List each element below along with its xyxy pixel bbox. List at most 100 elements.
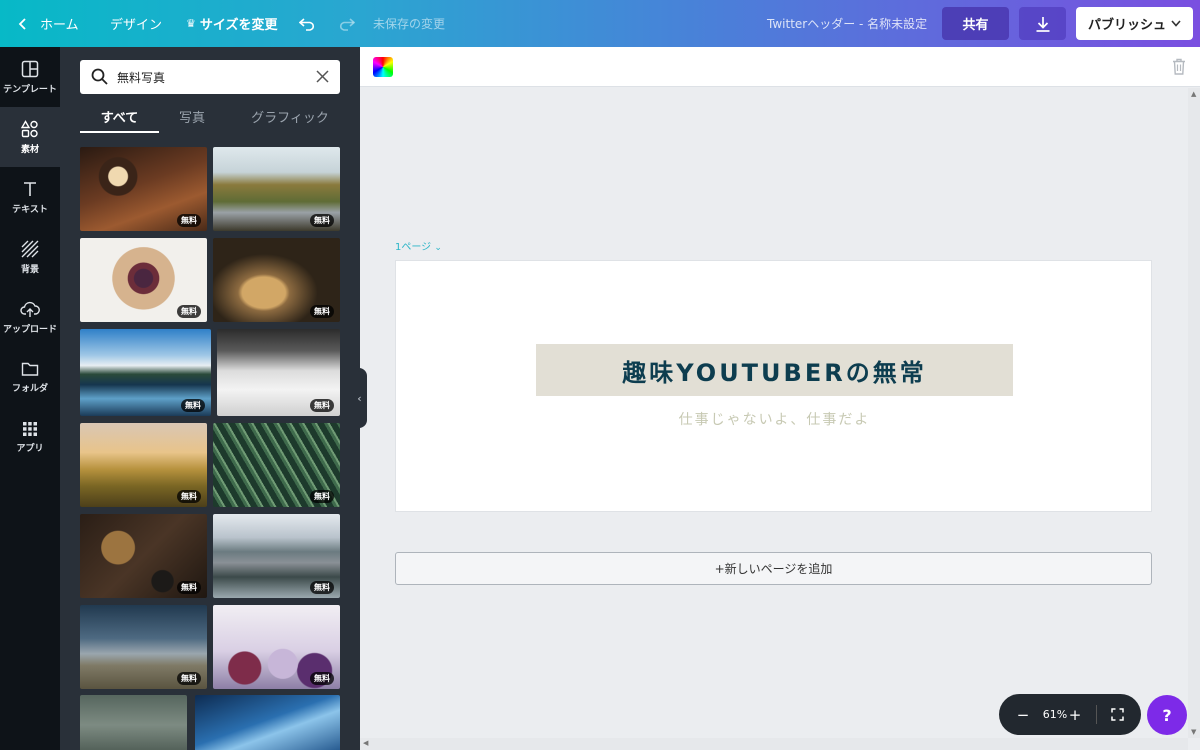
rail-item-uploads[interactable]: アップロード [0, 287, 60, 347]
zoom-in-button[interactable]: + [1065, 694, 1085, 735]
add-page-label: +新しいページを追加 [714, 562, 833, 576]
photo-thumb-notebook[interactable]: 無料 [80, 514, 207, 598]
title-text: 趣味YOUTUBERの無常 [622, 358, 927, 387]
photo-thumb-fern[interactable]: 無料 [213, 423, 340, 507]
photo-thumb-bread[interactable]: 無料 [213, 238, 340, 322]
close-icon[interactable] [316, 70, 329, 83]
free-badge: 無料 [310, 305, 334, 318]
photo-thumb-valley-road[interactable]: 無料 [213, 514, 340, 598]
upload-icon [20, 301, 40, 317]
add-page-button[interactable]: +新しいページを追加 [395, 552, 1152, 585]
rail-label: 背景 [20, 264, 39, 275]
left-rail: テンプレート 素材 テキスト 背景 アップロード フォルダ アプリ [0, 47, 60, 750]
design-page[interactable]: 趣味YOUTUBERの無常 仕事じゃないよ、仕事だよ [395, 260, 1152, 512]
text-icon [24, 181, 36, 196]
minus-icon: − [1016, 705, 1030, 724]
chevron-left-icon [18, 17, 26, 30]
zoom-out-button[interactable]: − [1013, 694, 1033, 735]
apps-icon [23, 421, 37, 436]
fullscreen-button[interactable] [1106, 694, 1128, 735]
photo-thumb-mountain-lake[interactable]: 無料 [80, 329, 211, 416]
publish-label: パブリッシュ [1088, 18, 1167, 33]
home-button[interactable]: ホーム [18, 0, 79, 47]
free-badge: 無料 [310, 214, 334, 227]
photo-thumb-frozen-berries[interactable]: 無料 [213, 605, 340, 689]
free-badge: 無料 [177, 581, 201, 594]
editor-toolbar [360, 47, 1200, 87]
photo-thumb-dusk-road[interactable]: 無料 [80, 605, 207, 689]
rail-item-folders[interactable]: フォルダ [0, 347, 60, 407]
tab-all[interactable]: すべて [80, 107, 159, 133]
zoom-controls: − 61% + [999, 694, 1141, 735]
free-badge: 無料 [310, 672, 334, 685]
collapse-panel-button[interactable]: ‹ [352, 368, 367, 428]
free-badge: 無料 [177, 672, 201, 685]
top-bar: ホーム デザイン ♛ サイズを変更 未保存の変更 Twitterヘッダー - 名… [0, 0, 1200, 47]
design-menu[interactable]: デザイン [110, 0, 162, 47]
trash-icon[interactable] [1172, 58, 1186, 75]
help-button[interactable]: ? [1147, 695, 1187, 735]
background-icon [21, 240, 39, 257]
rail-item-templates[interactable]: テンプレート [0, 47, 60, 107]
title-textbox[interactable]: 趣味YOUTUBERの無常 [536, 344, 1013, 396]
document-title[interactable]: Twitterヘッダー - 名称未設定 [767, 0, 927, 47]
free-badge: 無料 [177, 490, 201, 503]
photo-thumb-boots-snow[interactable]: 無料 [217, 329, 340, 416]
tab-photos[interactable]: 写真 [166, 107, 218, 133]
share-label: 共有 [962, 18, 989, 33]
elements-panel: 無料写真 すべて 写真 グラフィック 無料 無料 無料 無料 無料 無料 無料 … [60, 47, 360, 750]
subtitle-text[interactable]: 仕事じゃないよ、仕事だよ [536, 409, 1013, 429]
share-button[interactable]: 共有 [942, 7, 1009, 40]
chevron-left-icon: ‹ [357, 391, 362, 405]
redo-button[interactable] [337, 0, 355, 47]
free-badge: 無料 [310, 399, 334, 412]
design-label: デザイン [110, 18, 163, 33]
rail-label: アプリ [16, 443, 44, 454]
undo-button[interactable] [299, 0, 317, 47]
scroll-up-icon[interactable]: ▲ [1191, 90, 1196, 98]
plus-icon: + [1068, 705, 1082, 724]
color-picker-button[interactable] [373, 57, 393, 77]
search-input[interactable]: 無料写真 [80, 60, 340, 94]
scroll-left-icon[interactable]: ◀ [363, 739, 368, 747]
page-number-label: 1ページ [395, 242, 432, 253]
resize-label: サイズを変更 [199, 18, 278, 33]
template-icon [21, 60, 39, 77]
vertical-scrollbar[interactable]: ▲ ▼ [1188, 88, 1200, 738]
page-label[interactable]: 1ページ ⌄ [395, 238, 442, 253]
rail-item-elements[interactable]: 素材 [0, 107, 60, 167]
rail-label: テンプレート [3, 84, 57, 95]
search-query: 無料写真 [117, 71, 166, 85]
elements-icon [21, 119, 38, 137]
photo-thumb-forest[interactable] [80, 695, 187, 750]
redo-icon [340, 17, 355, 31]
panel-tabs: すべて 写真 グラフィック [80, 107, 340, 133]
undo-icon [299, 17, 314, 31]
rail-label: フォルダ [11, 383, 48, 394]
download-button[interactable] [1019, 7, 1066, 40]
photo-thumb-wave[interactable] [195, 695, 340, 750]
rail-label: 素材 [20, 144, 39, 155]
fullscreen-icon [1110, 708, 1124, 721]
home-label: ホーム [40, 18, 79, 33]
free-badge: 無料 [177, 305, 201, 318]
rail-item-text[interactable]: テキスト [0, 167, 60, 227]
rail-item-background[interactable]: 背景 [0, 227, 60, 287]
crown-icon: ♛ [186, 17, 196, 30]
tab-graphics[interactable]: グラフィック [240, 107, 340, 133]
horizontal-scrollbar[interactable]: ◀ [360, 738, 1188, 750]
chevron-down-icon [1171, 20, 1181, 27]
photo-thumb-coffee[interactable]: 無料 [80, 147, 207, 231]
photo-thumb-balloons[interactable]: 無料 [80, 423, 207, 507]
free-badge: 無料 [181, 399, 205, 412]
rail-item-apps[interactable]: アプリ [0, 407, 60, 467]
rail-label: テキスト [12, 204, 48, 215]
resize-button[interactable]: ♛ サイズを変更 [186, 0, 278, 47]
save-status: 未保存の変更 [373, 17, 446, 31]
photo-thumb-lake-road[interactable]: 無料 [213, 147, 340, 231]
publish-button[interactable]: パブリッシュ [1076, 7, 1193, 40]
search-icon [91, 68, 108, 85]
scroll-down-icon[interactable]: ▼ [1191, 728, 1196, 736]
rail-label: アップロード [2, 324, 57, 335]
photo-thumb-berries[interactable]: 無料 [80, 238, 207, 322]
